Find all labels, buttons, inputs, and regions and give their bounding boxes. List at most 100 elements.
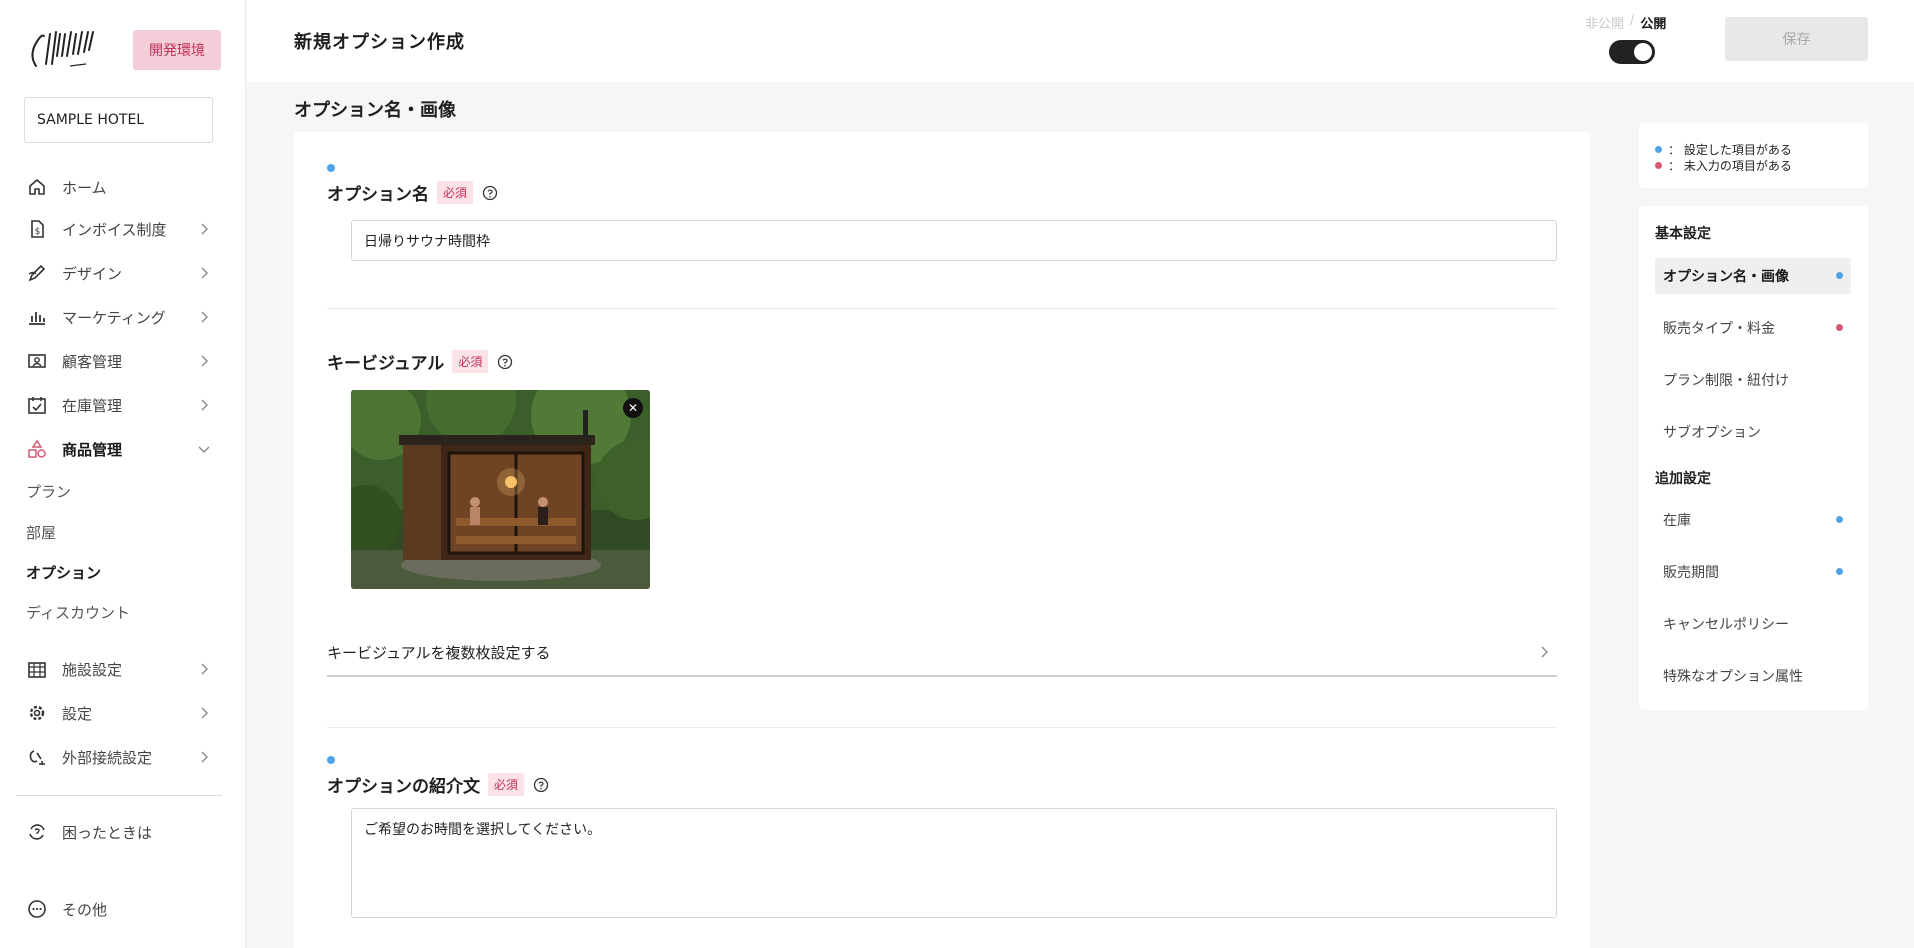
toc-item-label: 販売タイプ・料金: [1663, 321, 1775, 337]
status-dot-set: [1836, 272, 1843, 279]
toc-item-label: 特殊なオプション属性: [1663, 669, 1803, 685]
chevron-down-icon: [198, 446, 210, 453]
legend-missing-text: ： 未入力の項目がある: [1668, 158, 1792, 173]
required-badge: 必須: [452, 350, 489, 373]
status-dot-set: [327, 164, 335, 172]
invoice-icon: $: [26, 218, 48, 240]
section-nav: 基本設定 オプション名・画像 販売タイプ・料金 プラン制限・紐付け サブオプショ…: [1639, 206, 1868, 710]
sidebar-item-external[interactable]: 外部接続設定: [26, 742, 216, 772]
chevron-right-icon: [201, 355, 208, 367]
sidebar-item-marketing[interactable]: マーケティング: [26, 302, 216, 332]
toc-item-inventory[interactable]: 在庫: [1655, 502, 1851, 538]
legend-set-text: ： 設定した項目がある: [1668, 142, 1792, 157]
chevron-right-icon: [1541, 646, 1548, 658]
more-icon: [26, 898, 48, 920]
required-badge: 必須: [488, 773, 525, 796]
option-name-input[interactable]: 日帰りサウナ時間枠: [351, 220, 1557, 261]
top-header: 新規オプション作成 非公開 / 公開 保存: [247, 0, 1914, 82]
toc-item-sales-type[interactable]: 販売タイプ・料金: [1655, 310, 1851, 346]
sidebar-item-facility[interactable]: 施設設定: [26, 654, 216, 684]
sidebar-item-label: 商品管理: [62, 440, 123, 459]
toc-group-extra: 追加設定: [1655, 471, 1711, 487]
sidebar-item-label: 外部接続設定: [62, 748, 153, 767]
sidebar-item-inventory[interactable]: 在庫管理: [26, 390, 216, 420]
description-textarea[interactable]: ご希望のお時間を選択してください。: [351, 808, 1557, 918]
brand-logo[interactable]: [26, 26, 96, 74]
toc-item-label: プラン制限・紐付け: [1663, 373, 1789, 389]
sidebar-subitem-discount[interactable]: ディスカウント: [26, 602, 130, 623]
sidebar-subitem-option[interactable]: オプション: [26, 562, 101, 583]
help-icon[interactable]: [497, 354, 513, 370]
status-legend: ： 設定した項目がある ： 未入力の項目がある: [1639, 123, 1868, 188]
section-title: オプション名・画像: [294, 100, 456, 121]
toc-item-sales-period[interactable]: 販売期間: [1655, 554, 1851, 590]
divider: [327, 727, 1557, 728]
toc-item-option-name-image[interactable]: オプション名・画像: [1655, 258, 1851, 294]
calendar-icon: [26, 394, 48, 416]
sidebar-item-help[interactable]: 困ったときは: [26, 817, 216, 847]
link-icon: [26, 746, 48, 768]
field-label-text: オプションの紹介文: [327, 777, 480, 797]
sidebar-item-label: 在庫管理: [62, 396, 123, 415]
sidebar-item-other[interactable]: その他: [26, 894, 216, 924]
toc-item-sub-option[interactable]: サブオプション: [1655, 414, 1851, 450]
required-badge: 必須: [437, 181, 474, 204]
toc-item-special-attrs[interactable]: 特殊なオプション属性: [1655, 658, 1851, 694]
chevron-right-icon: [201, 751, 208, 763]
sidebar-divider: [16, 795, 222, 796]
sidebar-item-label: デザイン: [62, 264, 123, 283]
remove-image-button[interactable]: ✕: [623, 398, 643, 418]
public-label: 公開: [1640, 17, 1667, 32]
pen-icon: [26, 262, 48, 284]
chevron-right-icon: [201, 223, 208, 235]
chevron-right-icon: [201, 663, 208, 675]
help-cycle-icon: [26, 821, 48, 843]
status-dot-missing: [1836, 324, 1843, 331]
building-icon: [26, 658, 48, 680]
sidebar-item-home[interactable]: ホーム: [26, 172, 216, 202]
toc-item-label: 販売期間: [1663, 565, 1719, 581]
chevron-right-icon: [201, 399, 208, 411]
legend-missing: ： 未入力の項目がある: [1655, 157, 1868, 173]
help-icon[interactable]: [482, 185, 498, 201]
field-label-text: オプション名: [327, 185, 429, 205]
multi-key-visual-label: キービジュアルを複数枚設定する: [327, 643, 551, 662]
divider: [327, 308, 1557, 309]
multi-key-visual-row[interactable]: キービジュアルを複数枚設定する: [327, 629, 1557, 677]
customer-icon: [26, 350, 48, 372]
sidebar-item-products[interactable]: 商品管理: [26, 434, 216, 464]
sidebar-item-design[interactable]: デザイン: [26, 258, 216, 288]
status-dot-set: [1655, 145, 1662, 153]
key-visual-image[interactable]: [351, 390, 650, 589]
help-icon[interactable]: [533, 777, 549, 793]
save-button[interactable]: 保存: [1725, 17, 1868, 61]
svg-text:$: $: [35, 227, 41, 237]
chevron-right-icon: [201, 311, 208, 323]
separator: /: [1630, 13, 1635, 28]
sidebar-subitem-plan[interactable]: プラン: [26, 481, 71, 502]
sidebar-item-label: 顧客管理: [62, 352, 123, 371]
status-dot-set: [1836, 568, 1843, 575]
sidebar-item-label: 困ったときは: [62, 823, 153, 842]
toc-item-plan-restrict[interactable]: プラン制限・紐付け: [1655, 362, 1851, 398]
toc-item-label: サブオプション: [1663, 425, 1761, 441]
sidebar-item-label: その他: [62, 900, 108, 919]
sidebar-item-label: ホーム: [62, 178, 107, 197]
sidebar-item-label: マーケティング: [62, 308, 166, 327]
chart-icon: [26, 306, 48, 328]
sidebar-item-label: 施設設定: [62, 660, 123, 679]
sidebar-item-settings[interactable]: 設定: [26, 698, 216, 728]
status-dot-set: [327, 756, 335, 764]
toc-item-label: オプション名・画像: [1663, 269, 1789, 285]
gear-icon: [26, 702, 48, 724]
key-visual-label: キービジュアル 必須: [327, 349, 513, 374]
toc-item-label: 在庫: [1663, 513, 1691, 529]
sidebar: 開発環境 SAMPLE HOTEL ホーム $ インボイス制度 デザイン マーケ…: [0, 0, 246, 948]
sidebar-item-customers[interactable]: 顧客管理: [26, 346, 216, 376]
hotel-selector[interactable]: SAMPLE HOTEL: [24, 97, 213, 143]
sidebar-item-invoice[interactable]: $ インボイス制度: [26, 214, 216, 244]
publish-toggle[interactable]: [1609, 40, 1655, 64]
page-title: 新規オプション作成: [294, 32, 465, 53]
toc-item-cancel-policy[interactable]: キャンセルポリシー: [1655, 606, 1851, 642]
sidebar-subitem-room[interactable]: 部屋: [26, 522, 56, 543]
